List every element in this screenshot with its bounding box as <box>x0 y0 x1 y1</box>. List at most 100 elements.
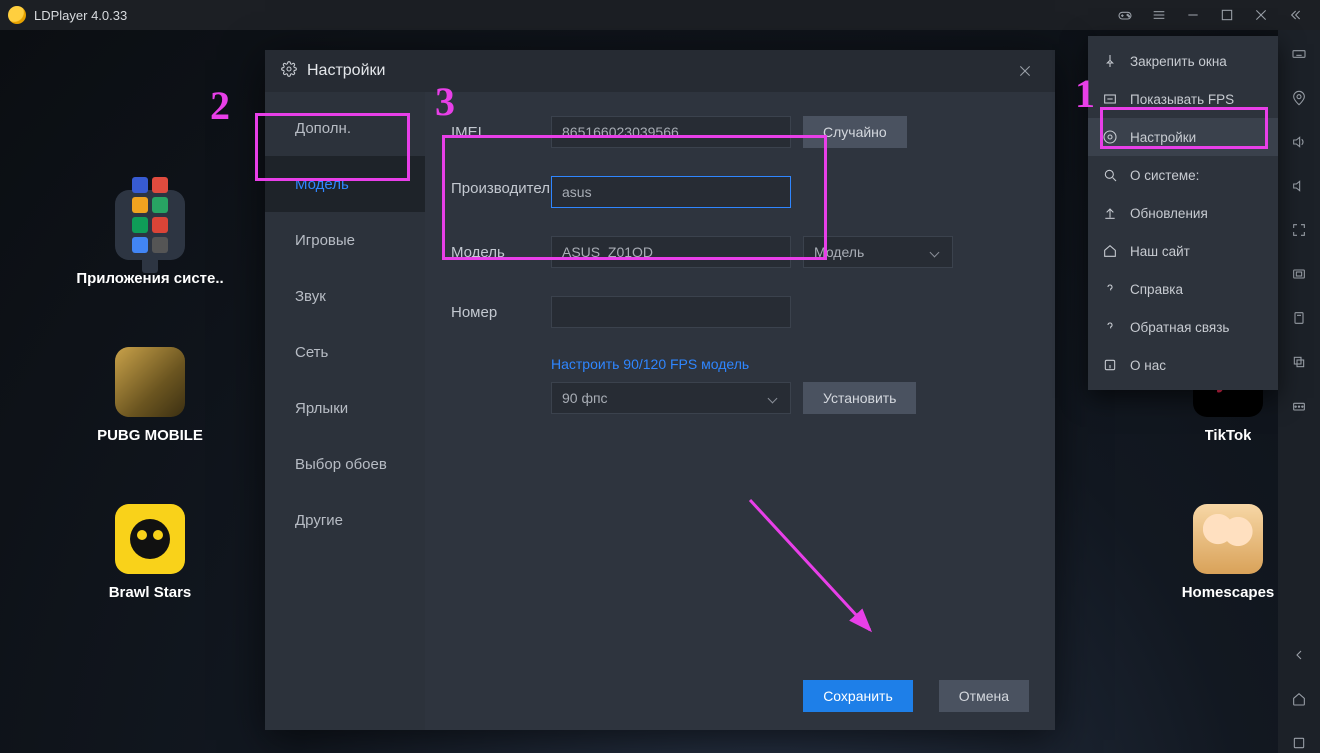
desktop-area: Приложения систе.. PUBG MOBILE Brawl Sta… <box>0 30 1278 753</box>
dialog-header: Настройки <box>265 50 1055 92</box>
sidebar-item-game[interactable]: Игровые <box>265 212 425 268</box>
menu-about-system[interactable]: О системе: <box>1088 156 1278 194</box>
share-icon[interactable] <box>1289 352 1309 372</box>
app-homescapes[interactable]: Homescapes <box>1178 504 1278 601</box>
menu-fps[interactable]: Показывать FPS <box>1088 80 1278 118</box>
menu-about[interactable]: О нас <box>1088 346 1278 384</box>
maker-input[interactable] <box>551 176 791 208</box>
fps-icon <box>1102 91 1118 107</box>
model-preset-select[interactable]: Модель <box>803 236 953 268</box>
imei-input[interactable] <box>551 116 791 148</box>
settings-dialog: Настройки Дополн. Модель Игровые Звук Се… <box>265 50 1055 730</box>
sidebar-item-shortcuts[interactable]: Ярлыки <box>265 380 425 436</box>
close-icon[interactable] <box>1244 0 1278 30</box>
settings-sidebar: Дополн. Модель Игровые Звук Сеть Ярлыки … <box>265 92 425 730</box>
recent-icon[interactable] <box>1289 733 1309 753</box>
app-title: LDPlayer 4.0.33 <box>34 8 127 23</box>
volume-down-icon[interactable] <box>1289 176 1309 196</box>
number-input[interactable] <box>551 296 791 328</box>
app-pubg[interactable]: PUBG MOBILE <box>70 347 230 444</box>
app-brawl-stars[interactable]: Brawl Stars <box>70 504 230 601</box>
app-grid-left: Приложения систе.. PUBG MOBILE Brawl Sta… <box>70 190 230 601</box>
menu-site[interactable]: Наш сайт <box>1088 232 1278 270</box>
menu-updates[interactable]: Обновления <box>1088 194 1278 232</box>
homescapes-icon <box>1193 504 1263 574</box>
sidebar-item-wallpaper[interactable]: Выбор обоев <box>265 436 425 492</box>
multi-icon[interactable] <box>1289 396 1309 416</box>
sidebar-item-other[interactable]: Другие <box>265 492 425 548</box>
row-maker: Производитель <box>451 176 1029 208</box>
row-number: Номер <box>451 296 1029 328</box>
menu-label: Обновления <box>1130 206 1208 221</box>
pin-icon <box>1102 53 1118 69</box>
gamepad-icon[interactable] <box>1108 0 1142 30</box>
app-label: Homescapes <box>1182 584 1275 601</box>
save-button[interactable]: Сохранить <box>803 680 913 712</box>
dialog-title: Настройки <box>307 62 385 80</box>
search-icon <box>1102 167 1118 183</box>
sidebar-item-extended[interactable]: Дополн. <box>265 100 425 156</box>
menu-label: О системе: <box>1130 168 1199 183</box>
hamburger-menu: Закрепить окна Показывать FPS Настройки … <box>1088 36 1278 390</box>
maker-label: Производитель <box>451 176 551 197</box>
row-imei: IMEI Случайно <box>451 116 1029 148</box>
menu-help[interactable]: Справка <box>1088 270 1278 308</box>
install-button[interactable]: Установить <box>803 382 916 414</box>
upload-icon <box>1102 205 1118 221</box>
home-icon[interactable] <box>1289 689 1309 709</box>
menu-settings[interactable]: Настройки <box>1088 118 1278 156</box>
gear-icon <box>281 61 297 82</box>
feedback-icon <box>1102 319 1118 335</box>
app-label: Brawl Stars <box>109 584 192 601</box>
cancel-button[interactable]: Отмена <box>939 680 1029 712</box>
location-icon[interactable] <box>1289 88 1309 108</box>
menu-label: Настройки <box>1130 130 1196 145</box>
gear-icon <box>1102 129 1118 145</box>
minimize-icon[interactable] <box>1176 0 1210 30</box>
app-logo <box>8 6 26 24</box>
app-label: PUBG MOBILE <box>97 427 203 444</box>
menu-label: Закрепить окна <box>1130 54 1227 69</box>
model-input[interactable] <box>551 236 791 268</box>
number-label: Номер <box>451 304 551 321</box>
screenshot-icon[interactable] <box>1289 264 1309 284</box>
fps-link[interactable]: Настроить 90/120 FPS модель <box>551 356 1029 372</box>
menu-feedback[interactable]: Обратная связь <box>1088 308 1278 346</box>
sidebar-item-network[interactable]: Сеть <box>265 324 425 380</box>
brawl-icon <box>115 504 185 574</box>
apk-icon[interactable] <box>1289 308 1309 328</box>
menu-label: Справка <box>1130 282 1183 297</box>
chevron-down-icon <box>768 393 778 403</box>
menu-pin[interactable]: Закрепить окна <box>1088 42 1278 80</box>
right-toolbar <box>1278 30 1320 753</box>
dialog-close-button[interactable] <box>1011 57 1039 85</box>
back-icon[interactable] <box>1289 645 1309 665</box>
app-label: TikTok <box>1205 427 1252 444</box>
menu-label: Обратная связь <box>1130 320 1229 335</box>
row-model: Модель Модель <box>451 236 1029 268</box>
menu-label: Наш сайт <box>1130 244 1190 259</box>
pubg-icon <box>115 347 185 417</box>
sidebar-item-sound[interactable]: Звук <box>265 268 425 324</box>
menu-icon[interactable] <box>1142 0 1176 30</box>
fullscreen-icon[interactable] <box>1289 220 1309 240</box>
titlebar: LDPlayer 4.0.33 <box>0 0 1320 30</box>
random-button[interactable]: Случайно <box>803 116 907 148</box>
fps-select-value: 90 фпс <box>562 390 608 406</box>
maximize-icon[interactable] <box>1210 0 1244 30</box>
keyboard-icon[interactable] <box>1289 44 1309 64</box>
fps-select[interactable]: 90 фпс <box>551 382 791 414</box>
home-icon <box>1102 243 1118 259</box>
collapse-sidebar-icon[interactable] <box>1278 0 1312 30</box>
folder-icon <box>115 190 185 260</box>
settings-panel: IMEI Случайно Производитель Модель Модел… <box>425 92 1055 730</box>
menu-label: О нас <box>1130 358 1166 373</box>
menu-label: Показывать FPS <box>1130 92 1234 107</box>
app-system-folder[interactable]: Приложения систе.. <box>70 190 230 287</box>
volume-up-icon[interactable] <box>1289 132 1309 152</box>
help-icon <box>1102 281 1118 297</box>
chevron-down-icon <box>930 247 940 257</box>
app-label: Приложения систе.. <box>76 270 223 287</box>
sidebar-item-model[interactable]: Модель <box>265 156 425 212</box>
imei-label: IMEI <box>451 124 551 141</box>
